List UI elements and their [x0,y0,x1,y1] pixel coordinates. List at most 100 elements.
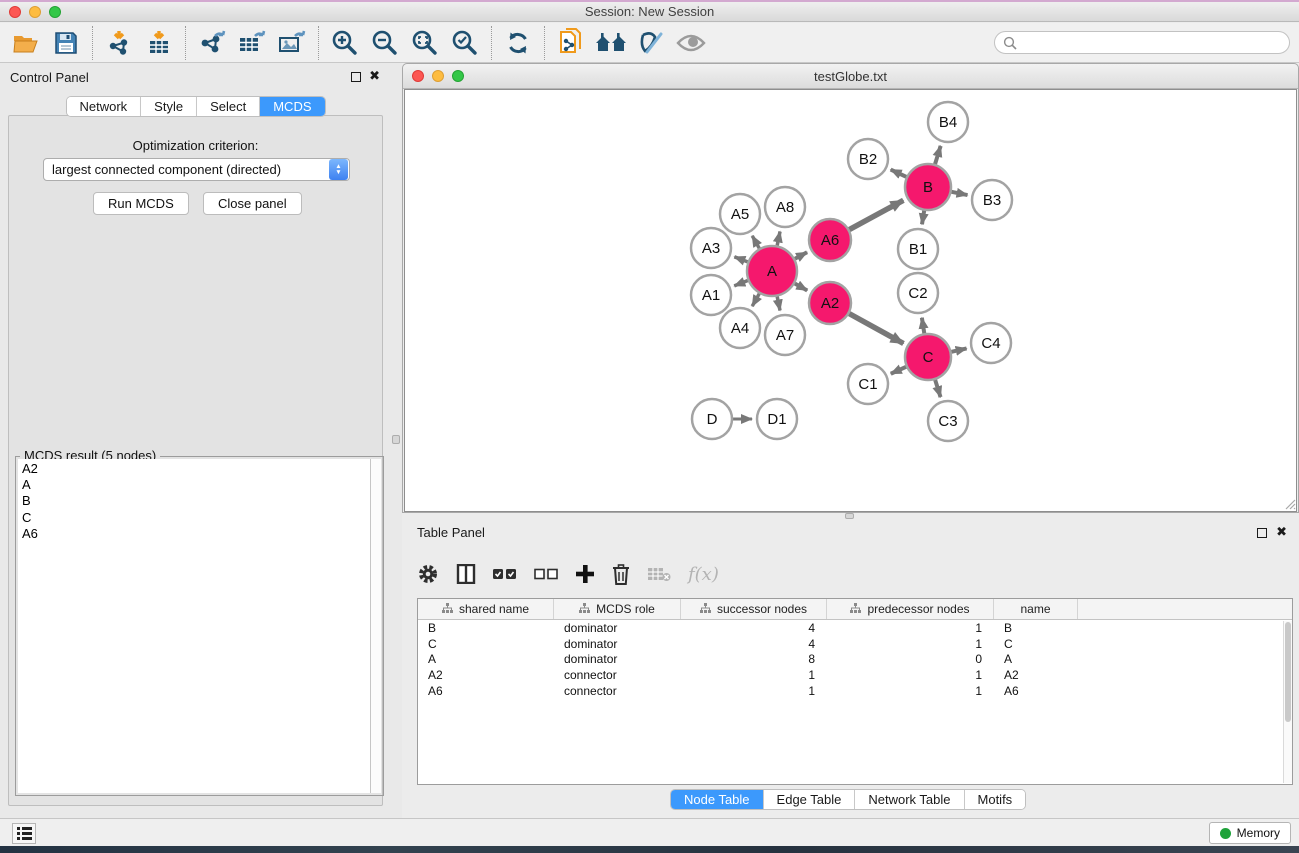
criterion-dropdown[interactable]: largest connected component (directed) ▲… [43,158,350,181]
node-A2[interactable]: A2 [809,282,851,324]
node-B1[interactable]: B1 [898,229,938,269]
edge-A6-B[interactable] [849,200,903,229]
window-resize-grip[interactable] [1284,498,1296,510]
create-column-icon[interactable] [575,564,595,584]
tab-node-table[interactable]: Node Table [671,790,764,809]
edge-B-B2[interactable] [891,170,907,177]
tab-edge-table[interactable]: Edge Table [764,790,856,809]
show-hide-graphics-icon[interactable] [631,25,671,61]
result-item[interactable]: B [22,493,370,509]
node-A8[interactable]: A8 [765,187,805,227]
select-all-columns-icon[interactable] [493,568,517,580]
table-row[interactable]: Adominator80A [418,651,1292,667]
node-A3[interactable]: A3 [691,228,731,268]
unselect-all-columns-icon[interactable] [534,568,558,580]
save-session-icon[interactable] [46,25,86,61]
node-C[interactable]: C [905,334,951,380]
export-image-icon[interactable] [272,25,312,61]
node-B[interactable]: B [905,164,951,210]
node-A5[interactable]: A5 [720,194,760,234]
table-row[interactable]: A6connector11A6 [418,683,1292,699]
node-B3[interactable]: B3 [972,180,1012,220]
tab-mcds[interactable]: MCDS [260,97,324,116]
search-box[interactable] [994,31,1290,54]
edge-A-A6[interactable] [795,252,807,258]
import-table-icon[interactable] [139,25,179,61]
node-C1[interactable]: C1 [848,364,888,404]
tab-network-table[interactable]: Network Table [855,790,964,809]
node-B2[interactable]: B2 [848,139,888,179]
edge-C-C3[interactable] [935,380,940,397]
table-row[interactable]: A2connector11A2 [418,667,1292,683]
node-D1[interactable]: D1 [757,399,797,439]
zoom-fit-icon[interactable] [405,25,445,61]
table-row[interactable]: Cdominator41C [418,636,1292,652]
result-list-scrollbar[interactable] [370,459,381,793]
edge-B-B3[interactable] [952,192,968,195]
tab-style[interactable]: Style [141,97,197,116]
table-options-gear-icon[interactable] [417,563,439,585]
result-item[interactable]: C [22,510,370,526]
column-header-name[interactable]: name [994,599,1078,619]
edge-A-A8[interactable] [777,231,780,245]
copy-current-style-icon[interactable] [551,25,591,61]
splitter-grip[interactable] [392,435,400,444]
float-panel-icon[interactable] [1257,528,1267,538]
result-item[interactable]: A6 [22,526,370,542]
node-C3[interactable]: C3 [928,401,968,441]
close-panel-button[interactable]: Close panel [203,192,302,215]
run-mcds-button[interactable]: Run MCDS [93,192,189,215]
task-history-button[interactable] [12,823,36,844]
close-panel-icon[interactable]: ✖ [369,71,380,81]
tab-network[interactable]: Network [66,97,141,116]
export-table-icon[interactable] [232,25,272,61]
network-canvas[interactable]: B4B2BB3A5A8A6B1A3AC2A1A2A4A7C4CC1C3DD1 [404,89,1297,512]
node-D[interactable]: D [692,399,732,439]
result-item[interactable]: A [22,477,370,493]
node-B4[interactable]: B4 [928,102,968,142]
column-header-shared-name[interactable]: shared name [418,599,554,619]
apply-preferred-layout-icon[interactable] [591,25,631,61]
edge-A-A5[interactable] [752,236,759,249]
tab-motifs[interactable]: Motifs [965,790,1026,809]
column-header-successor-nodes[interactable]: successor nodes [681,599,827,619]
node-A6[interactable]: A6 [809,219,851,261]
column-header-predecessor-nodes[interactable]: predecessor nodes [827,599,994,619]
vertical-splitter[interactable] [391,63,402,818]
memory-button[interactable]: Memory [1209,822,1291,844]
node-A7[interactable]: A7 [765,315,805,355]
edge-C-C1[interactable] [891,367,906,374]
delete-column-icon[interactable] [612,564,630,585]
mcds-result-list[interactable]: A2ABCA6 [18,459,370,793]
column-header-MCDS-role[interactable]: MCDS role [554,599,681,619]
table-row[interactable]: Bdominator41B [418,620,1292,636]
tab-select[interactable]: Select [197,97,260,116]
close-panel-icon[interactable]: ✖ [1276,527,1287,537]
result-item[interactable]: A2 [22,461,370,477]
node-C2[interactable]: C2 [898,273,938,313]
edge-C-C4[interactable] [951,348,966,351]
edge-B-B1[interactable] [922,211,924,225]
network-window-titlebar[interactable]: testGlobe.txt [403,64,1298,89]
table-scrollbar[interactable] [1283,621,1292,783]
node-C4[interactable]: C4 [971,323,1011,363]
edge-A-A2[interactable] [795,284,807,291]
edge-A-A1[interactable] [734,281,748,286]
open-session-icon[interactable] [6,25,46,61]
table-scrollbar-thumb[interactable] [1285,622,1291,722]
show-column-icon[interactable] [456,564,476,584]
refresh-icon[interactable] [498,25,538,61]
edge-C-C2[interactable] [922,318,924,334]
node-A1[interactable]: A1 [691,275,731,315]
edge-A2-C[interactable] [849,314,903,344]
zoom-selected-icon[interactable] [445,25,485,61]
import-network-icon[interactable] [99,25,139,61]
search-input[interactable] [1017,36,1289,50]
zoom-out-icon[interactable] [365,25,405,61]
float-panel-icon[interactable] [351,72,361,82]
edge-B-B4[interactable] [935,146,941,164]
edge-A-A4[interactable] [752,294,759,307]
node-A4[interactable]: A4 [720,308,760,348]
edge-A-A7[interactable] [777,296,780,310]
zoom-in-icon[interactable] [325,25,365,61]
